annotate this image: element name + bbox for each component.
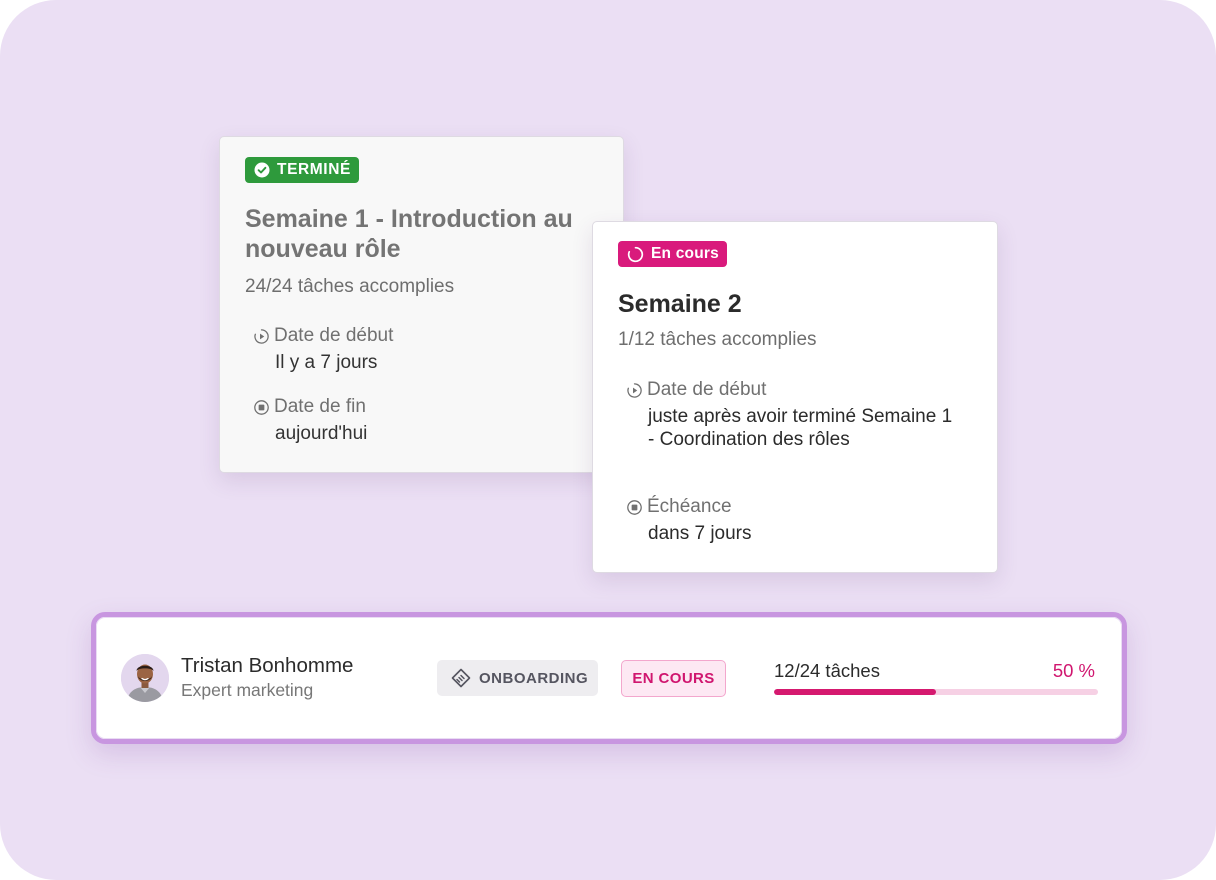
week2-card[interactable]: En cours Semaine 2 1/12 tâches accomplie…	[592, 221, 998, 573]
start-date-block: Date de début Il y a 7 jours	[253, 325, 393, 374]
due-date-value: dans 7 jours	[648, 523, 752, 544]
person-avatar-icon	[121, 654, 169, 702]
due-date-block: Échéance dans 7 jours	[626, 496, 752, 545]
progress-bar-fill	[774, 689, 936, 695]
status-tag[interactable]: EN COURS	[621, 660, 726, 697]
end-date-block: Date de fin aujourd'hui	[253, 396, 367, 445]
play-circle-icon	[627, 382, 642, 398]
tasks-count: 1/12 tâches accomplies	[618, 329, 817, 350]
due-date-label: Échéance	[647, 496, 732, 517]
handshake-icon	[451, 668, 471, 688]
start-date-block: Date de début juste après avoir terminé …	[626, 379, 956, 451]
stop-circle-icon	[254, 399, 269, 415]
avatar	[121, 654, 169, 702]
status-badge-label: En cours	[651, 245, 719, 262]
status-badge-label: TERMINÉ	[277, 161, 351, 178]
start-date-label: Date de début	[274, 325, 394, 346]
progress-count: 12/24 tâches	[774, 660, 880, 681]
check-circle-icon	[254, 162, 270, 178]
end-date-label: Date de fin	[274, 396, 366, 417]
employee-progress-row[interactable]: Tristan Bonhomme Expert marketing ONBOAR…	[91, 612, 1127, 744]
card-title: Semaine 2	[618, 290, 742, 318]
card-title: Semaine 1 - Introduction au nouveau rôle	[245, 205, 573, 263]
week1-card[interactable]: TERMINÉ Semaine 1 - Introduction au nouv…	[219, 136, 624, 473]
tasks-count: 24/24 tâches accomplies	[245, 276, 455, 297]
employee-role: Expert marketing	[181, 680, 314, 700]
start-date-value: Il y a 7 jours	[275, 352, 378, 373]
status-badge-in-progress: En cours	[618, 241, 727, 267]
start-date-label: Date de début	[647, 379, 767, 400]
employee-name: Tristan Bonhomme	[181, 654, 354, 677]
onboarding-tag-label: ONBOARDING	[479, 669, 589, 687]
play-circle-icon	[254, 328, 269, 344]
progress-percent: 50 %	[1052, 660, 1095, 681]
progress-bar	[774, 689, 1098, 695]
stop-circle-icon	[627, 499, 642, 515]
spinner-icon	[627, 246, 644, 262]
background-canvas: TERMINÉ Semaine 1 - Introduction au nouv…	[0, 0, 1216, 880]
start-date-value: juste après avoir terminé Semaine 1 - Co…	[648, 406, 953, 450]
end-date-value: aujourd'hui	[275, 423, 368, 444]
onboarding-tag[interactable]: ONBOARDING	[437, 660, 598, 696]
status-badge-done: TERMINÉ	[245, 157, 359, 183]
